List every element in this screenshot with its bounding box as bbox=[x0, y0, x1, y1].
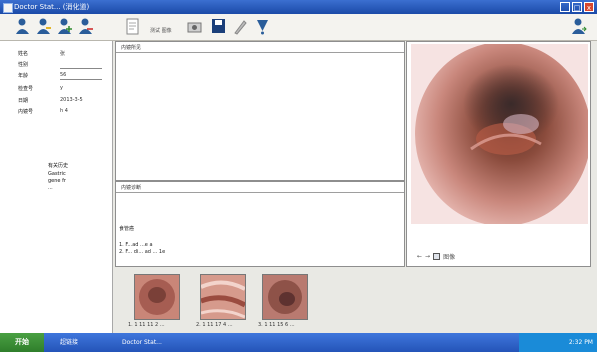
clock: 2:32 PM bbox=[568, 339, 593, 346]
thumbnail-image[interactable] bbox=[134, 274, 180, 320]
help-icon[interactable] bbox=[254, 17, 271, 36]
start-button[interactable]: 开始 bbox=[0, 333, 44, 352]
sex-label: 性别 bbox=[18, 62, 29, 68]
thumbnail-image[interactable] bbox=[200, 274, 246, 320]
history-line: gene fr bbox=[48, 178, 66, 184]
diagnosis-line: 2. F... di... ad ... 1e bbox=[119, 249, 166, 255]
system-tray: 2:32 PM bbox=[519, 333, 597, 352]
history-line: ... bbox=[48, 185, 53, 191]
capture-icon[interactable] bbox=[186, 17, 203, 36]
user-add-icon[interactable] bbox=[56, 17, 73, 36]
close-button[interactable]: x bbox=[584, 2, 594, 12]
exam-no-value[interactable]: y bbox=[60, 85, 63, 91]
name-value[interactable]: 张 bbox=[60, 50, 65, 57]
sex-field-underline bbox=[60, 68, 102, 69]
diagnosis-line: 1. F...ad ...e a bbox=[119, 242, 153, 248]
minimize-button[interactable]: _ bbox=[560, 2, 570, 12]
thumbnail-caption: 2. 1 11 17 4 ... bbox=[196, 322, 233, 328]
prev-image-button[interactable]: ← bbox=[417, 253, 422, 260]
taskbar-item[interactable]: Doctor Stat... bbox=[122, 333, 162, 352]
date-value[interactable]: 2013-3-5 bbox=[60, 97, 83, 103]
endoscopy-image[interactable] bbox=[411, 44, 588, 224]
scope-no-value[interactable]: h 4 bbox=[60, 108, 68, 114]
toolbar-text-label: 测试 图像 bbox=[150, 28, 172, 34]
patient-info-panel: 姓名 张 性别 年龄 56 检查号 y 日期 2013-3-5 内镜号 h 4 … bbox=[0, 41, 113, 333]
save-icon[interactable] bbox=[210, 17, 227, 36]
user-icon[interactable] bbox=[14, 17, 31, 36]
findings-section[interactable]: 内镜所见 bbox=[115, 41, 405, 181]
scope-no-label: 内镜号 bbox=[18, 109, 34, 115]
maximize-button[interactable]: □ bbox=[572, 2, 582, 12]
diagnosis-header: 内镜诊断 bbox=[121, 185, 142, 191]
user-remove-icon[interactable] bbox=[77, 17, 94, 36]
age-value[interactable]: 56 bbox=[60, 72, 66, 78]
age-field-underline bbox=[60, 79, 102, 80]
diagnosis-divider bbox=[116, 192, 404, 193]
exit-icon[interactable] bbox=[570, 17, 587, 36]
taskbar-item[interactable]: 超链接 bbox=[60, 333, 78, 352]
app-icon bbox=[3, 3, 13, 13]
diagnosis-line: 食管癌 bbox=[119, 226, 135, 232]
thumbnail-caption: 3. 1 11 15 6 ... bbox=[258, 322, 295, 328]
exam-no-label: 检查号 bbox=[18, 86, 34, 92]
toolbar: 测试 图像 bbox=[0, 14, 597, 41]
edit-icon[interactable] bbox=[232, 17, 249, 36]
findings-header: 内镜所见 bbox=[121, 45, 142, 51]
name-label: 姓名 bbox=[18, 51, 29, 57]
image-label: 图像 bbox=[443, 254, 456, 261]
window-title: Doctor Stat... (消化道) bbox=[14, 3, 90, 11]
next-image-button[interactable]: → bbox=[425, 253, 430, 260]
title-bar: Doctor Stat... (消化道) _ □ x bbox=[0, 0, 597, 14]
thumbnail-image[interactable] bbox=[262, 274, 308, 320]
diagnosis-section[interactable]: 内镜诊断 食管癌 1. F...ad ...e a 2. F... di... … bbox=[115, 181, 405, 267]
window-controls: _ □ x bbox=[560, 2, 594, 12]
image-controls: ← → 图像 bbox=[417, 252, 455, 261]
taskbar: 开始 超链接 Doctor Stat... 2:32 PM bbox=[0, 333, 597, 352]
history-line: Gastric bbox=[48, 171, 66, 177]
endoscopy-image-panel: ← → 图像 bbox=[406, 41, 591, 267]
thumbnail-strip: 1. 1 11 11 2 ... 2. 1 11 17 4 ... 3. 1 1… bbox=[120, 272, 420, 332]
date-label: 日期 bbox=[18, 98, 29, 104]
history-title: 有关历史 bbox=[48, 163, 69, 169]
findings-divider bbox=[116, 52, 404, 53]
image-checkbox[interactable] bbox=[433, 253, 441, 260]
thumbnail-caption: 1. 1 11 11 2 ... bbox=[128, 322, 165, 328]
age-label: 年龄 bbox=[18, 73, 29, 79]
user-edit-icon[interactable] bbox=[35, 17, 52, 36]
report-icon[interactable] bbox=[124, 17, 141, 36]
